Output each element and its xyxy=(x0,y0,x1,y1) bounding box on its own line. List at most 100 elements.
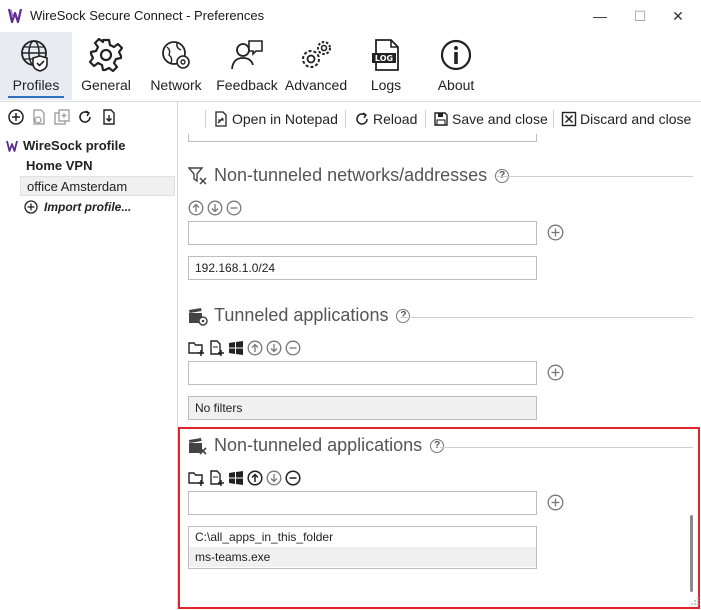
svg-text:LOG: LOG xyxy=(375,54,393,63)
window-title: WireSock Secure Connect - Preferences xyxy=(30,8,265,23)
save-icon xyxy=(434,112,448,126)
vertical-scrollbar[interactable] xyxy=(690,515,693,592)
close-button[interactable]: ✕ xyxy=(656,0,700,32)
move-up-icon[interactable] xyxy=(247,470,263,486)
reload-button[interactable]: Reload xyxy=(354,108,417,130)
info-icon xyxy=(440,39,472,71)
network-globe-icon xyxy=(162,41,190,69)
move-down-icon[interactable] xyxy=(266,470,282,486)
action-separator xyxy=(425,110,426,128)
tunneled-apps-list: No filters xyxy=(188,396,537,420)
discard-icon xyxy=(561,111,577,127)
previous-list-bottom xyxy=(188,134,537,142)
help-icon[interactable]: ? xyxy=(396,308,411,323)
tab-feedback[interactable]: Feedback xyxy=(212,32,282,100)
tab-network[interactable]: Network xyxy=(142,32,210,100)
duplicate-icon[interactable] xyxy=(53,108,71,126)
add-folder-icon[interactable] xyxy=(188,470,205,486)
reload-icon xyxy=(356,112,368,125)
profile-tree-root[interactable]: WireSock profile xyxy=(6,138,125,153)
action-separator xyxy=(205,110,206,128)
list-item[interactable]: 192.168.1.0/24 xyxy=(189,257,536,277)
tab-general[interactable]: General xyxy=(72,32,140,100)
wiresock-logo-icon xyxy=(8,8,22,24)
tab-logs[interactable]: LOG Logs xyxy=(352,32,420,100)
tunneled-apps-header: Tunneled applications ? xyxy=(188,305,411,326)
remove-icon[interactable] xyxy=(226,200,242,216)
tab-network-label: Network xyxy=(150,77,202,93)
add-file-icon[interactable] xyxy=(208,340,225,356)
network-address-input[interactable] xyxy=(188,221,537,245)
section-divider xyxy=(497,176,693,177)
import-profile-label: Import profile... xyxy=(44,200,132,214)
discard-close-button[interactable]: Discard and close xyxy=(561,108,691,130)
list-item[interactable]: C:\all_apps_in_this_folder xyxy=(189,527,536,547)
notepad-file-icon xyxy=(215,111,227,127)
resize-grip-icon[interactable] xyxy=(690,596,700,606)
action-separator xyxy=(345,110,346,128)
non-tunneled-apps-title: Non-tunneled applications xyxy=(214,435,423,455)
profile-item-home-vpn[interactable]: Home VPN xyxy=(20,156,175,176)
tab-advanced-label: Advanced xyxy=(284,77,348,93)
gear-icon xyxy=(89,38,123,72)
minimize-button[interactable]: — xyxy=(578,0,622,32)
tunneled-app-input[interactable] xyxy=(188,361,537,385)
add-circle-icon xyxy=(24,200,38,214)
move-down-icon[interactable] xyxy=(207,200,223,216)
feedback-user-icon xyxy=(231,40,263,70)
remove-icon[interactable] xyxy=(285,470,301,486)
tab-feedback-label: Feedback xyxy=(216,77,278,93)
open-notepad-label: Open in Notepad xyxy=(232,111,338,127)
windows-apps-icon[interactable] xyxy=(228,470,244,486)
profile-tools xyxy=(0,108,178,128)
non-tunneled-app-input[interactable] xyxy=(188,491,537,515)
non-tunneled-apps-list: C:\all_apps_in_this_folder ms-teams.exe xyxy=(188,526,537,569)
clapper-gear-icon xyxy=(189,307,208,326)
list-item[interactable]: ms-teams.exe xyxy=(189,547,536,567)
globe-shield-icon xyxy=(21,40,48,72)
non-tunneled-apps-tools xyxy=(188,470,301,486)
import-profile-link[interactable]: Import profile... xyxy=(24,200,131,214)
list-item: No filters xyxy=(195,401,243,415)
clapper-off-icon xyxy=(189,437,207,455)
add-non-tunneled-app-button[interactable] xyxy=(547,494,564,511)
tab-about[interactable]: About xyxy=(422,32,490,100)
networks-list-tools xyxy=(188,200,242,216)
tab-logs-label: Logs xyxy=(370,77,402,93)
log-file-icon: LOG xyxy=(372,39,399,71)
add-tunneled-app-button[interactable] xyxy=(547,364,564,381)
tab-advanced[interactable]: Advanced xyxy=(282,32,350,100)
save-close-label: Save and close xyxy=(452,111,548,127)
editor-action-bar: Open in Notepad Reload Save and close Di… xyxy=(179,102,701,134)
add-file-icon[interactable] xyxy=(208,470,225,486)
profiles-panel: WireSock profile Home VPN office Amsterd… xyxy=(0,102,178,610)
section-divider xyxy=(440,447,693,448)
open-notepad-button[interactable]: Open in Notepad xyxy=(213,108,338,130)
refresh-icon[interactable] xyxy=(76,108,94,126)
move-down-icon[interactable] xyxy=(266,340,282,356)
tab-general-label: General xyxy=(81,77,131,93)
non-tunneled-networks-header: Non-tunneled networks/addresses ? xyxy=(188,165,510,186)
add-network-button[interactable] xyxy=(547,224,564,241)
add-folder-icon[interactable] xyxy=(188,340,205,356)
profile-item-office-amsterdam[interactable]: office Amsterdam xyxy=(20,176,175,196)
import-file-icon[interactable] xyxy=(30,108,48,126)
section-divider xyxy=(401,317,693,318)
help-icon[interactable]: ? xyxy=(430,438,445,453)
tab-profiles[interactable]: Profiles xyxy=(0,32,72,100)
export-file-icon[interactable] xyxy=(100,108,118,126)
tunneled-apps-tools xyxy=(188,340,301,356)
discard-close-label: Discard and close xyxy=(580,111,692,127)
move-up-icon[interactable] xyxy=(247,340,263,356)
move-up-icon[interactable] xyxy=(188,200,204,216)
title-bar: WireSock Secure Connect - Preferences — … xyxy=(0,0,701,32)
add-icon[interactable] xyxy=(7,108,25,126)
save-close-button[interactable]: Save and close xyxy=(433,108,548,130)
profile-tree-root-label: WireSock profile xyxy=(23,138,126,153)
remove-icon[interactable] xyxy=(285,340,301,356)
tunneled-apps-title: Tunneled applications xyxy=(214,305,389,325)
windows-apps-icon[interactable] xyxy=(228,340,244,356)
filter-off-icon xyxy=(188,166,207,185)
tab-profiles-label: Profiles xyxy=(12,77,60,93)
non-tunneled-networks-title: Non-tunneled networks/addresses xyxy=(214,165,488,185)
